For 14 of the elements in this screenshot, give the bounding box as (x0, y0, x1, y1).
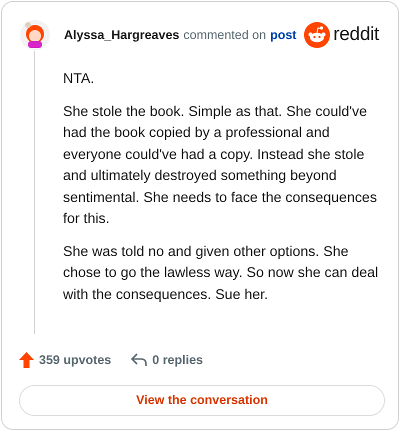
post-link[interactable]: post (270, 26, 296, 44)
avatar-icon (19, 19, 51, 51)
brand-name: reddit (333, 22, 379, 47)
reddit-logo-icon (304, 22, 330, 48)
comment-paragraph: She was told no and given other options. She chose to go the lawless way. So now she can deal with the consequences. Sue her. (63, 242, 380, 304)
username[interactable]: Alyssa_Hargreaves (64, 26, 180, 44)
action-text: commented on (183, 26, 266, 44)
upvote-icon (19, 352, 34, 368)
upvote-count: 359 upvotes (39, 352, 112, 369)
reply-icon (131, 353, 148, 367)
comment-paragraph: She stole the book. Simple as that. She could've had the book copied by a professional and everyone could've had a copy. Instead she stole and ultimately destroyed something beyond sentimental. She needs to face the consequences for this. (63, 102, 378, 229)
reply-count: 0 replies (152, 352, 203, 369)
view-conversation-button[interactable]: View the conversation (19, 385, 385, 416)
comment-paragraph: NTA. (63, 70, 96, 89)
